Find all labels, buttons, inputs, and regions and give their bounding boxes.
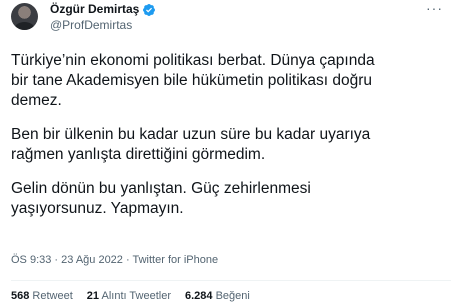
retweets-count: 568 (11, 290, 30, 302)
tweet: Özgür Demirtaş @ProfDemirtas ··· Türkiye… (0, 0, 451, 302)
tweet-paragraph: Gelin dönün bu yanlıştan. Güç zehirlenme… (11, 180, 311, 217)
tweet-timestamp[interactable]: ÖS 9:33 · 23 Ağu 2022 · Twitter for iPho… (11, 253, 218, 267)
retweets-stat[interactable]: 568 Retweet (11, 290, 73, 302)
tweet-paragraph: Ben bir ülkenin bu kadar uzun süre bu ka… (11, 126, 371, 163)
retweets-label: Retweet (32, 290, 73, 302)
likes-label: Beğeni (215, 290, 250, 302)
tweet-text: Türkiye’nin ekonomi politikası berbat. D… (11, 51, 445, 233)
tweet-paragraph: Türkiye’nin ekonomi politikası berbat. D… (11, 52, 375, 109)
likes-stat[interactable]: 6.284 Beğeni (185, 290, 250, 302)
avatar[interactable] (11, 3, 38, 30)
quotes-stat[interactable]: 21 Alıntı Tweetler (87, 290, 171, 302)
verified-badge-icon (142, 3, 156, 17)
author-name[interactable]: Özgür Demirtaş (50, 2, 139, 17)
likes-count: 6.284 (184, 290, 213, 302)
quotes-label: Alıntı Tweetler (101, 290, 171, 302)
divider (11, 280, 451, 281)
author-handle[interactable]: @ProfDemirtas (50, 18, 132, 33)
tweet-stats: 568 Retweet 21 Alıntı Tweetler 6.284 Beğ… (11, 290, 250, 302)
author-name-row[interactable]: Özgür Demirtaş (50, 2, 156, 17)
quotes-count: 21 (86, 290, 100, 302)
more-options-icon[interactable]: ··· (426, 0, 443, 16)
